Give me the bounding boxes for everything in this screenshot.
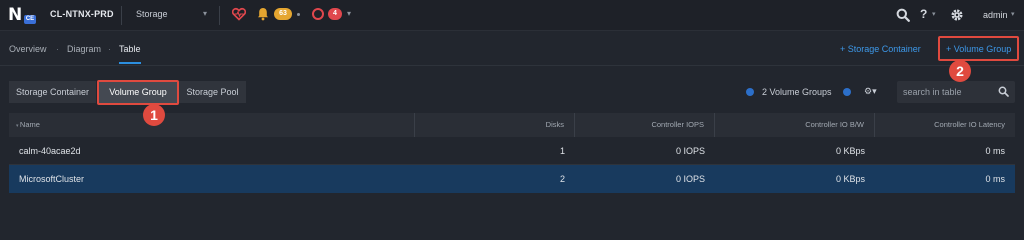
- health-heart-icon[interactable]: [232, 7, 246, 21]
- info-icon: [746, 88, 754, 96]
- tab-table[interactable]: Table: [119, 44, 141, 54]
- top-bar: N CE CL-NTNX-PRD Storage ▾ 63 4 ▾ ? ▾ ad…: [0, 0, 1024, 31]
- active-tab-indicator: [119, 62, 141, 64]
- table-settings-icon[interactable]: ⚙▾: [864, 86, 877, 97]
- view-tabs-bar: Overview · Diagram · Table + Storage Con…: [0, 31, 1024, 66]
- table-row[interactable]: calm-40acae2d 1 0 IOPS 0 KBps 0 ms: [9, 137, 1015, 165]
- logo-ce-badge: CE: [24, 15, 36, 24]
- cell-disks: 2: [559, 174, 565, 184]
- chevron-down-icon[interactable]: ▾: [1011, 10, 1015, 18]
- cell-iops: 0 IOPS: [675, 174, 705, 184]
- add-storage-container-link[interactable]: + Storage Container: [840, 44, 921, 54]
- column-header-name[interactable]: ▾ Name: [9, 113, 415, 137]
- tab-overview[interactable]: Overview: [9, 44, 47, 54]
- cell-iops: 0 IOPS: [675, 146, 705, 156]
- logo-n-mark: N: [8, 5, 22, 25]
- gear-icon[interactable]: [950, 8, 964, 22]
- entity-menu[interactable]: Storage: [136, 9, 168, 19]
- tab-separator: ·: [108, 44, 111, 54]
- column-header-controller-iops[interactable]: Controller IOPS: [575, 113, 715, 137]
- annotation-callout: 1: [143, 104, 165, 126]
- cell-io-bw: 0 KBps: [835, 146, 865, 156]
- critical-count-badge[interactable]: 4: [328, 8, 342, 20]
- segment-storage-container[interactable]: Storage Container: [9, 81, 96, 103]
- divider: [219, 6, 220, 25]
- cell-io-latency: 0 ms: [985, 146, 1005, 156]
- chevron-down-icon[interactable]: ▾: [932, 10, 936, 18]
- table-filler: [9, 193, 1015, 205]
- search-icon[interactable]: [896, 8, 910, 22]
- table-row-selected[interactable]: MicrosoftCluster 2 0 IOPS 0 KBps 0 ms: [9, 165, 1015, 193]
- tab-separator: ·: [56, 44, 59, 54]
- cell-io-latency: 0 ms: [985, 174, 1005, 184]
- segment-storage-pool[interactable]: Storage Pool: [179, 81, 246, 103]
- annotation-highlight-box: [97, 80, 179, 105]
- chevron-down-icon[interactable]: ▾: [203, 9, 207, 18]
- cell-io-bw: 0 KBps: [835, 174, 865, 184]
- cluster-name: CL-NTNX-PRD: [50, 9, 114, 19]
- user-menu[interactable]: admin: [983, 10, 1008, 20]
- volume-group-count: 2 Volume Groups: [762, 87, 832, 97]
- annotation-callout: 2: [949, 60, 971, 82]
- divider: [121, 6, 122, 25]
- separator-dot: [297, 13, 300, 16]
- cell-disks: 1: [559, 146, 565, 156]
- table-search[interactable]: [897, 81, 1015, 103]
- tab-diagram[interactable]: Diagram: [67, 44, 101, 54]
- column-header-controller-io-bw[interactable]: Controller IO B/W: [715, 113, 875, 137]
- search-input[interactable]: [903, 85, 995, 99]
- info-icon[interactable]: [843, 88, 851, 96]
- critical-ring-icon[interactable]: [312, 8, 324, 20]
- column-header-disks[interactable]: Disks: [415, 113, 575, 137]
- column-header-controller-io-latency[interactable]: Controller IO Latency: [875, 113, 1015, 137]
- alert-bell-icon[interactable]: [257, 7, 269, 21]
- search-icon[interactable]: [998, 86, 1009, 97]
- annotation-highlight-box: [938, 36, 1019, 61]
- cell-name[interactable]: calm-40acae2d: [19, 137, 81, 165]
- prism-logo[interactable]: N CE: [8, 7, 38, 24]
- cell-name[interactable]: MicrosoftCluster: [19, 165, 84, 193]
- chevron-down-icon[interactable]: ▾: [347, 9, 351, 18]
- help-button[interactable]: ?: [920, 7, 927, 21]
- warning-count-badge[interactable]: 63: [274, 8, 292, 20]
